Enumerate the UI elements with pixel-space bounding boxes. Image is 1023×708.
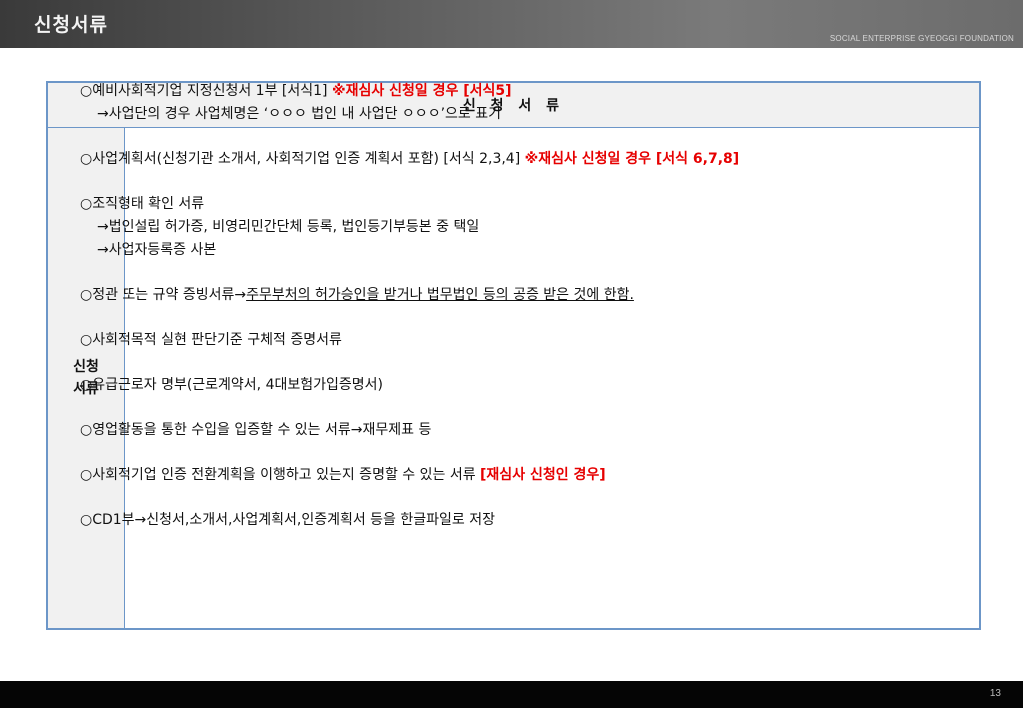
list-item-text: ○예비사회적기업 지정신청서 1부 [서식1] xyxy=(80,83,332,99)
list-item-organization-docs: ○조직형태 확인 서류 →법인설립 허가증, 비영리민간단체 등록, 법인등기부… xyxy=(80,193,920,262)
header-bar: 신청서류 SOCIAL ENTERPRISE GYEOGGI FOUNDATIO… xyxy=(0,0,1023,48)
list-item-business-plan: ○사업계획서(신청기관 소개서, 사회적기업 인증 계획서 포함) [서식 2,… xyxy=(80,148,920,171)
list-item-text: ○유급근로자 명부(근로계약서, 4대보험가입증명서) xyxy=(80,377,383,393)
underlined-condition: 주무부처의 허가승인을 받거나 법무법인 등의 공증 받은 것에 한함. xyxy=(246,287,634,303)
list-item-subline: →법인설립 허가증, 비영리민간단체 등록, 법인등기부등본 중 택일 xyxy=(97,219,480,235)
list-item-line: ○사회적기업 인증 전환계획을 이행하고 있는지 증명할 수 있는 서류 [재심… xyxy=(80,464,920,487)
page-number: 13 xyxy=(989,688,1001,699)
organization-name: SOCIAL ENTERPRISE GYEOGGI FOUNDATION xyxy=(829,34,1014,43)
list-item-subline: →사업단의 경우 사업체명은 ‘ㅇㅇㅇ 법인 내 사업단 ㅇㅇㅇ’으로 표기 xyxy=(97,106,501,122)
resubmission-note: [재심사 신청인 경우] xyxy=(480,467,606,483)
list-item-text: ○사회적기업 인증 전환계획을 이행하고 있는지 증명할 수 있는 서류 xyxy=(80,467,481,483)
list-item-subline: →사업자등록증 사본 xyxy=(97,242,217,258)
list-item-revenue-proof: ○영업활동을 통한 수입을 입증할 수 있는 서류→재무제표 등 xyxy=(80,419,920,442)
list-item-text: ○사업계획서(신청기관 소개서, 사회적기업 인증 계획서 포함) [서식 2,… xyxy=(80,151,525,167)
list-item-text: ○영업활동을 통한 수입을 입증할 수 있는 서류→재무제표 등 xyxy=(80,422,432,438)
resubmission-note: ※재심사 신청일 경우 [서식5] xyxy=(331,83,512,99)
list-item-line: ○예비사회적기업 지정신청서 1부 [서식1] ※재심사 신청일 경우 [서식5… xyxy=(80,80,920,103)
list-item-social-purpose: ○사회적목적 실현 판단기준 구체적 증명서류 xyxy=(80,329,920,352)
list-item-text: ○CD1부→신청서,소개서,사업계획서,인증계획서 등을 한글파일로 저장 xyxy=(80,512,495,528)
list-item-text: ○조직형태 확인 서류 xyxy=(80,196,205,212)
list-item-cd: ○CD1부→신청서,소개서,사업계획서,인증계획서 등을 한글파일로 저장 xyxy=(80,509,920,532)
footer-bar: 13 xyxy=(0,681,1023,708)
list-item-application-form: ○예비사회적기업 지정신청서 1부 [서식1] ※재심사 신청일 경우 [서식5… xyxy=(80,80,920,126)
list-item-articles: ○정관 또는 규약 증빙서류→주무부처의 허가승인을 받거나 법무법인 등의 공… xyxy=(80,284,920,307)
list-item-text: ○정관 또는 규약 증빙서류→ xyxy=(80,287,247,303)
resubmission-note: ※재심사 신청일 경우 [서식 6,7,8] xyxy=(524,151,740,167)
document-list: ○예비사회적기업 지정신청서 1부 [서식1] ※재심사 신청일 경우 [서식5… xyxy=(80,80,920,532)
page-title: 신청서류 xyxy=(34,14,108,36)
list-item-line: ○정관 또는 규약 증빙서류→주무부처의 허가승인을 받거나 법무법인 등의 공… xyxy=(80,284,920,307)
list-item-line: ○사업계획서(신청기관 소개서, 사회적기업 인증 계획서 포함) [서식 2,… xyxy=(80,148,920,171)
list-item-text: ○사회적목적 실현 판단기준 구체적 증명서류 xyxy=(80,332,342,348)
list-item-employee-roster: ○유급근로자 명부(근로계약서, 4대보험가입증명서) xyxy=(80,374,920,397)
list-item-transition-plan: ○사회적기업 인증 전환계획을 이행하고 있는지 증명할 수 있는 서류 [재심… xyxy=(80,464,920,487)
